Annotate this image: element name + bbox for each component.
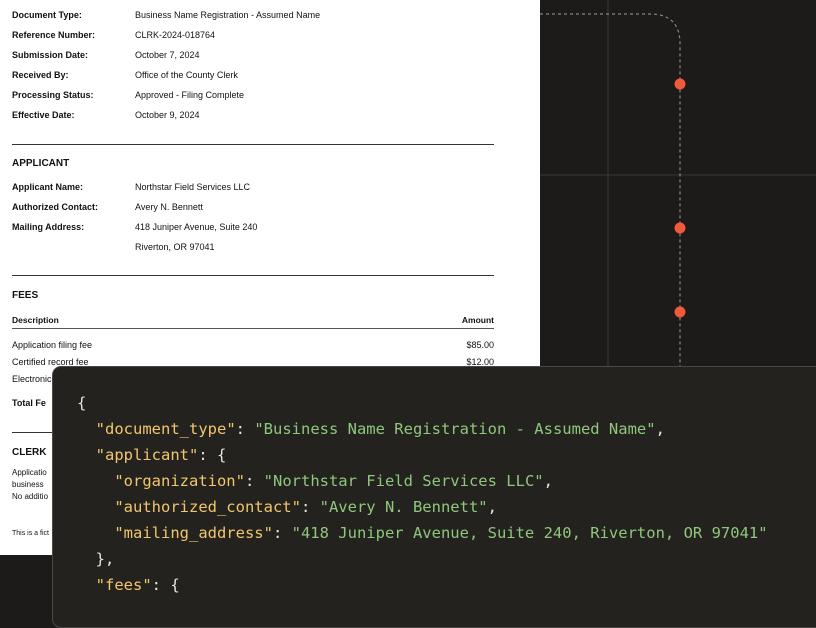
clerk-heading: CLERK [12, 447, 47, 458]
marker-dot-2 [674, 222, 686, 234]
fees-header-rule [12, 328, 494, 329]
code-line: "authorized_contact": "Avery N. Bennett"… [114, 498, 497, 516]
clerk-note-line: business [12, 480, 44, 489]
code-line: "applicant": { [95, 446, 227, 464]
code-line: "document_type": "Business Name Registra… [95, 420, 665, 438]
clerk-note-line: No additio [12, 492, 49, 501]
marker-dot-1 [674, 78, 686, 90]
json-code-panel: { "document_type": "Business Name Regist… [52, 366, 816, 628]
footer-note: This is a fict [12, 530, 49, 537]
code-line: { [77, 394, 87, 412]
applicant-heading: APPLICANT [12, 158, 70, 169]
clerk-note-line: Applicatio [12, 468, 47, 477]
code-line: }, [95, 550, 115, 568]
marker-dot-3 [674, 306, 686, 318]
code-line: "organization": "Northstar Field Service… [114, 472, 553, 490]
fees-heading: FEES [12, 290, 39, 301]
code-line: "mailing_address": "418 Juniper Avenue, … [114, 524, 768, 542]
section-divider [12, 275, 494, 276]
code-line: "fees": { [95, 576, 180, 594]
section-divider [12, 144, 494, 145]
